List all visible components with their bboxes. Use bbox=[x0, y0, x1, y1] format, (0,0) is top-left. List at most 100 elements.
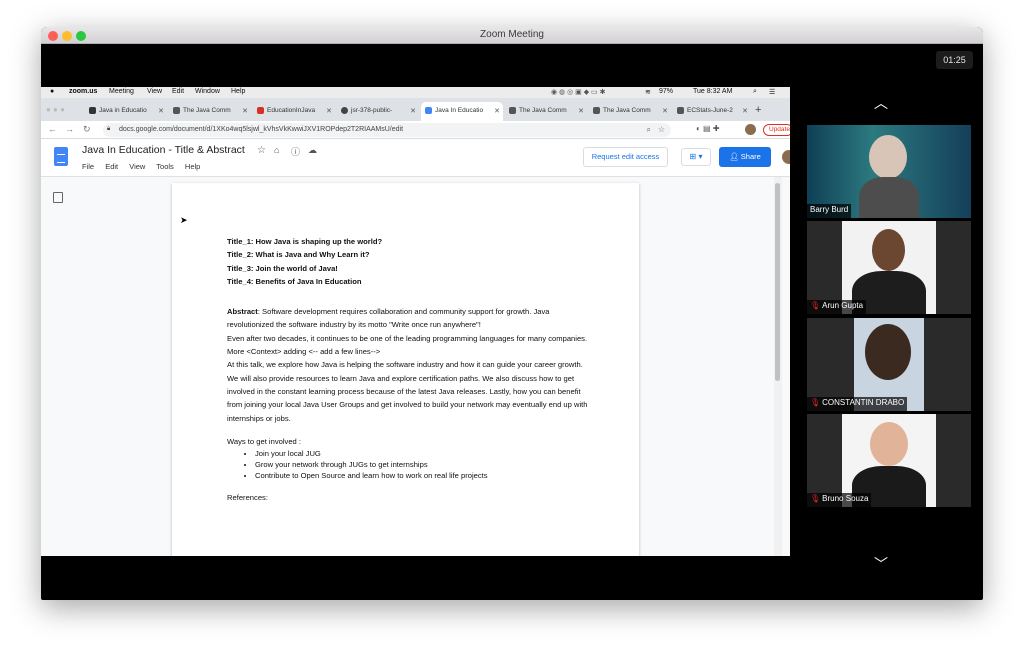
new-tab-icon[interactable]: + bbox=[755, 104, 761, 116]
docs-header: Java In Education - Title & Abstract ☆ ⌂… bbox=[41, 139, 790, 177]
window-titlebar: Zoom Meeting bbox=[41, 27, 983, 44]
menu-edit[interactable]: Edit bbox=[105, 162, 118, 171]
menubar-view[interactable]: View bbox=[147, 88, 162, 95]
title-option-1: Title_1: How Java is shaping up the worl… bbox=[227, 237, 383, 246]
menubar-window[interactable]: Window bbox=[195, 88, 220, 95]
mac-menubar: ● zoom.us Meeting View Edit Window Help … bbox=[41, 87, 790, 98]
browser-tab[interactable]: Java in Educatio ✕ bbox=[85, 102, 167, 121]
control-center-icon[interactable]: ☰ bbox=[769, 88, 775, 96]
browser-tab[interactable]: jsr-378-public- ✕ bbox=[337, 102, 419, 121]
document-body[interactable]: Title_1: How Java is shaping up the worl… bbox=[227, 235, 592, 504]
document-outline-icon[interactable] bbox=[53, 192, 63, 203]
menu-tools[interactable]: Tools bbox=[156, 162, 174, 171]
spotlight-icon[interactable]: ⌕ bbox=[753, 88, 757, 96]
menubar-edit[interactable]: Edit bbox=[172, 88, 184, 95]
info-icon[interactable]: ⓘ bbox=[291, 145, 300, 158]
star-icon[interactable]: ☆ bbox=[257, 145, 266, 156]
browser-tab[interactable]: The Java Comm ✕ bbox=[169, 102, 251, 121]
menu-file[interactable]: File bbox=[82, 162, 94, 171]
docs-menubar: File Edit View Tools Help bbox=[82, 162, 209, 171]
jcp-icon bbox=[677, 107, 684, 114]
chevron-down-icon[interactable]: ﹀ bbox=[874, 554, 888, 574]
bookmark-star-icon[interactable]: ☆ bbox=[658, 125, 665, 134]
abstract-paragraph: Abstract: Software development requires … bbox=[227, 307, 550, 330]
close-tab-icon[interactable]: ✕ bbox=[494, 107, 500, 115]
jcp-icon bbox=[593, 107, 600, 114]
title-option-4: Title_4: Benefits of Java In Education bbox=[227, 276, 362, 286]
extension-icons[interactable]: ◐ ▤ ✚ bbox=[696, 124, 720, 133]
participant-face bbox=[869, 135, 907, 179]
jcp-icon bbox=[173, 107, 180, 114]
close-tab-icon[interactable]: ✕ bbox=[578, 107, 584, 115]
close-tab-icon[interactable]: ✕ bbox=[158, 107, 164, 115]
globe-icon bbox=[341, 107, 348, 114]
lock-icon: 🔒︎ bbox=[107, 126, 111, 132]
share-lock-icon: 👤︎ bbox=[729, 152, 741, 161]
title-option-3: Title_3: Join the world of Java! bbox=[227, 263, 338, 273]
address-bar-row: ← → ↻ 🔒︎ docs.google.com/document/d/1XKo… bbox=[41, 121, 790, 139]
participant-tile[interactable]: 🎙︎ CONSTANTIN DRABO bbox=[807, 318, 971, 411]
muted-mic-icon: 🎙︎ bbox=[810, 398, 821, 407]
wifi-icon[interactable]: ≋ bbox=[645, 88, 651, 96]
share-button[interactable]: 👤︎ Share bbox=[719, 147, 771, 167]
jcp-icon bbox=[509, 107, 516, 114]
chevron-up-icon[interactable]: ︿ bbox=[874, 93, 888, 113]
participant-name: 🎙︎ Arun Gupta bbox=[807, 300, 867, 314]
document-title[interactable]: Java In Education - Title & Abstract bbox=[82, 144, 245, 156]
back-icon[interactable]: ← bbox=[48, 124, 57, 134]
menubar-meeting[interactable]: Meeting bbox=[109, 88, 134, 95]
participant-face bbox=[872, 229, 905, 271]
reload-icon[interactable]: ↻ bbox=[83, 124, 91, 135]
cloud-status-icon: ☁ bbox=[308, 145, 317, 155]
participant-tile[interactable]: Barry Burd bbox=[807, 125, 971, 218]
list-item: Join your local JUG bbox=[255, 448, 592, 459]
url-input[interactable]: 🔒︎ docs.google.com/document/d/1XKo4wq5ls… bbox=[103, 123, 671, 137]
apple-icon[interactable]: ● bbox=[50, 88, 54, 95]
scrollbar-thumb[interactable] bbox=[775, 183, 780, 381]
account-avatar[interactable] bbox=[782, 150, 790, 164]
browser-tab[interactable]: The Java Comm ✕ bbox=[505, 102, 587, 121]
menubar-clock[interactable]: Tue 8:32 AM bbox=[693, 88, 732, 95]
participant-gallery: ︿ Barry Burd 🎙︎ Arun Gupta 🎙︎ CONSTANTIN D… bbox=[790, 71, 983, 586]
meeting-timer: 01:25 bbox=[936, 51, 973, 69]
participant-face bbox=[865, 324, 911, 380]
participant-tile[interactable]: 🎙︎ Arun Gupta bbox=[807, 221, 971, 314]
browser-tab-strip: ● ● ● Java in Educatio ✕ The Java Comm ✕ E… bbox=[41, 98, 790, 121]
close-tab-icon[interactable]: ✕ bbox=[410, 107, 416, 115]
shared-screen: ● zoom.us Meeting View Edit Window Help … bbox=[41, 87, 790, 556]
close-tab-icon[interactable]: ✕ bbox=[662, 107, 668, 115]
menubar-help[interactable]: Help bbox=[231, 88, 245, 95]
ways-heading: Ways to get involved : bbox=[227, 436, 302, 446]
zoom-lens-icon[interactable]: ⌕ bbox=[647, 125, 651, 135]
document-scrollbar[interactable] bbox=[774, 177, 782, 556]
participant-tile[interactable]: 🎙︎ Bruno Souza bbox=[807, 414, 971, 507]
close-tab-icon[interactable]: ✕ bbox=[326, 107, 332, 115]
close-tab-icon[interactable]: ✕ bbox=[742, 107, 748, 115]
close-tab-icon[interactable]: ✕ bbox=[242, 107, 248, 115]
update-button[interactable]: Update bbox=[763, 124, 790, 136]
ways-list: Join your local JUG Grow your network th… bbox=[255, 448, 592, 481]
references-heading: References: bbox=[227, 493, 268, 503]
mouse-cursor-icon: ➤ bbox=[180, 215, 188, 225]
zoom-window: Zoom Meeting 01:25 ● zoom.us Meeting Vie… bbox=[41, 27, 983, 600]
browser-tab-active[interactable]: Java In Educatio ✕ bbox=[421, 102, 503, 121]
profile-avatar[interactable] bbox=[745, 124, 756, 135]
request-edit-access-button[interactable]: Request edit access bbox=[583, 147, 668, 167]
github-icon bbox=[89, 107, 96, 114]
browser-tab[interactable]: ECStats-June-2 ✕ bbox=[673, 102, 751, 121]
present-button[interactable]: ⊞ ▾ bbox=[681, 148, 711, 166]
participant-name: Barry Burd bbox=[807, 204, 852, 218]
browser-tab[interactable]: The Java Comm ✕ bbox=[589, 102, 671, 121]
abstract-line: Even after two decades, it continues to … bbox=[227, 333, 588, 343]
menu-help[interactable]: Help bbox=[185, 162, 200, 171]
participant-name: 🎙︎ CONSTANTIN DRABO bbox=[807, 397, 908, 411]
menubar-app[interactable]: zoom.us bbox=[69, 88, 97, 95]
forward-icon[interactable]: → bbox=[65, 124, 74, 134]
abstract-label: Abstract bbox=[227, 307, 258, 317]
move-folder-icon[interactable]: ⌂ bbox=[274, 145, 279, 155]
google-docs-logo-icon[interactable] bbox=[54, 147, 68, 166]
document-page[interactable]: ➤ Title_1: How Java is shaping up the wo… bbox=[172, 183, 639, 556]
menu-view[interactable]: View bbox=[129, 162, 145, 171]
browser-tab[interactable]: EducationInJava ✕ bbox=[253, 102, 335, 121]
abstract-line: At this talk, we explore how Java is hel… bbox=[227, 360, 588, 423]
